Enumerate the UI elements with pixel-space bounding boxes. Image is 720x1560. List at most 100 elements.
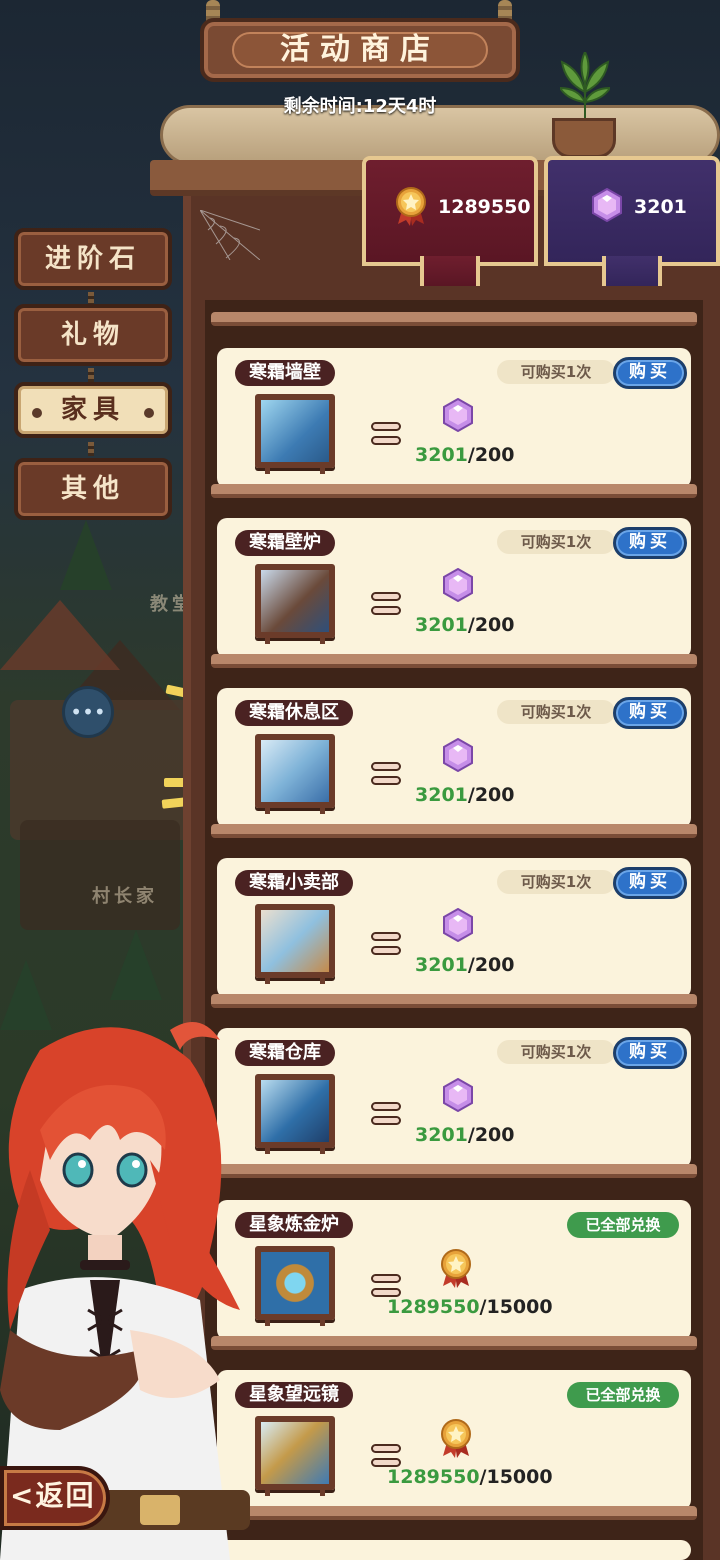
owned-amount: 1289550 bbox=[387, 1296, 480, 1318]
item-thumbnail bbox=[255, 1246, 335, 1326]
purchase-limit: 可购买1次 bbox=[497, 1040, 615, 1064]
item-thumbnail bbox=[255, 904, 335, 984]
equals-icon bbox=[371, 762, 401, 786]
tab-bolt-icon bbox=[144, 408, 154, 418]
title-plate: 活动商店 bbox=[200, 18, 520, 82]
shelf-board bbox=[211, 994, 697, 1008]
background-tree bbox=[110, 930, 162, 1000]
cost-amount: /15000 bbox=[479, 1466, 553, 1488]
owned-amount: 3201 bbox=[415, 444, 468, 466]
owned-amount: 1289550 bbox=[387, 1466, 480, 1488]
shop-item: 星象炼金炉 已全部兑换 1289550/15000 bbox=[217, 1200, 691, 1340]
shelf-board bbox=[211, 824, 697, 838]
equals-icon bbox=[371, 1102, 401, 1126]
tab-furniture[interactable]: 家具 bbox=[14, 382, 172, 438]
item-thumbnail bbox=[255, 1416, 335, 1496]
buy-button[interactable]: 购买 bbox=[613, 867, 687, 899]
shelf-board bbox=[211, 1164, 697, 1178]
plant-pot bbox=[552, 118, 616, 158]
equals-icon bbox=[371, 1274, 401, 1298]
item-thumbnail bbox=[255, 734, 335, 814]
background-house bbox=[20, 820, 180, 930]
shop-item: 星象望远镜 已全部兑换 1289550/15000 bbox=[217, 1370, 691, 1510]
back-label: 返回 bbox=[35, 1479, 96, 1512]
item-thumbnail bbox=[255, 1074, 335, 1154]
back-arrow-icon: < bbox=[10, 1479, 36, 1512]
item-name: 寒霜壁炉 bbox=[235, 530, 335, 556]
gem-amount: 3201 bbox=[634, 196, 687, 218]
chat-bubble-icon: ••• bbox=[62, 686, 114, 738]
item-name: 寒霜小卖部 bbox=[235, 870, 353, 896]
page-title: 活动商店 bbox=[232, 32, 488, 68]
equals-icon bbox=[371, 592, 401, 616]
buy-button[interactable]: 购买 bbox=[613, 527, 687, 559]
tab-chain bbox=[88, 368, 94, 382]
item-price: 1289550/15000 bbox=[387, 1466, 553, 1488]
gem-icon bbox=[592, 188, 622, 222]
item-price: 3201/200 bbox=[415, 954, 515, 976]
owned-amount: 3201 bbox=[415, 784, 468, 806]
gem-icon bbox=[443, 398, 473, 432]
cost-amount: /200 bbox=[467, 784, 515, 806]
item-name: 寒霜墙壁 bbox=[235, 360, 335, 386]
exchanged-all-badge: 已全部兑换 bbox=[567, 1382, 679, 1408]
purchase-limit: 可购买1次 bbox=[497, 360, 615, 384]
shop-item: 寒霜小卖部 可购买1次 购买 3201/200 bbox=[217, 858, 691, 998]
gem-icon bbox=[443, 1078, 473, 1112]
cost-amount: /200 bbox=[467, 1124, 515, 1146]
item-price: 1289550/15000 bbox=[387, 1296, 553, 1318]
background-sign-village-chief: 村长家 bbox=[92, 886, 158, 907]
buy-button[interactable]: 购买 bbox=[613, 1037, 687, 1069]
gem-icon bbox=[443, 568, 473, 602]
item-price: 3201/200 bbox=[415, 784, 515, 806]
tab-furniture-label: 家具 bbox=[60, 395, 125, 425]
tab-advance-stone[interactable]: 进阶石 bbox=[14, 228, 172, 290]
gem-icon bbox=[443, 738, 473, 772]
medal-icon bbox=[441, 1249, 471, 1288]
cost-amount: /200 bbox=[467, 614, 515, 636]
equals-icon bbox=[371, 1444, 401, 1468]
tab-gift[interactable]: 礼物 bbox=[14, 304, 172, 366]
item-price: 3201/200 bbox=[415, 1124, 515, 1146]
medal-icon bbox=[396, 187, 426, 226]
owned-amount: 3201 bbox=[415, 1124, 468, 1146]
purchase-limit: 可购买1次 bbox=[497, 700, 615, 724]
shop-item: 寒霜墙壁 可购买1次 购买 3201/200 bbox=[217, 348, 691, 488]
exchanged-all-badge: 已全部兑换 bbox=[567, 1212, 679, 1238]
shelf-board bbox=[211, 1336, 697, 1350]
medal-icon bbox=[441, 1419, 471, 1458]
cobweb-icon bbox=[200, 210, 260, 260]
potted-plant-icon bbox=[560, 52, 610, 120]
purchase-limit: 可购买1次 bbox=[497, 530, 615, 554]
shelf-board bbox=[211, 312, 697, 326]
item-price: 3201/200 bbox=[415, 614, 515, 636]
remaining-time: 剩余时间:12天4时 bbox=[283, 96, 437, 117]
equals-icon bbox=[371, 422, 401, 446]
item-name: 寒霜休息区 bbox=[235, 700, 353, 726]
owned-amount: 3201 bbox=[415, 954, 468, 976]
tab-other[interactable]: 其他 bbox=[14, 458, 172, 520]
item-thumbnail bbox=[255, 564, 335, 644]
shelf-board bbox=[211, 654, 697, 668]
shop-item: 寒霜休息区 可购买1次 购买 3201/200 bbox=[217, 688, 691, 828]
cost-amount: /200 bbox=[467, 954, 515, 976]
owned-amount: 3201 bbox=[415, 614, 468, 636]
background-tree bbox=[60, 520, 112, 590]
background-roof bbox=[0, 600, 120, 670]
shelf-board bbox=[211, 1506, 697, 1520]
currency-banner-medal: 1289550 bbox=[362, 156, 538, 286]
shop-item-partial bbox=[217, 1540, 691, 1560]
shop-item: 寒霜仓库 可购买1次 购买 3201/200 bbox=[217, 1028, 691, 1168]
buy-button[interactable]: 购买 bbox=[613, 697, 687, 729]
medal-amount: 1289550 bbox=[438, 196, 531, 218]
gem-icon bbox=[443, 908, 473, 942]
currency-banner-gem: 3201 bbox=[544, 156, 720, 286]
shelf-board bbox=[211, 484, 697, 498]
shop-item: 寒霜壁炉 可购买1次 购买 3201/200 bbox=[217, 518, 691, 658]
purchase-limit: 可购买1次 bbox=[497, 870, 615, 894]
buy-button[interactable]: 购买 bbox=[613, 357, 687, 389]
back-button[interactable]: <返回 bbox=[0, 1466, 110, 1530]
cost-amount: /15000 bbox=[479, 1296, 553, 1318]
tab-chain bbox=[88, 442, 94, 456]
cost-amount: /200 bbox=[467, 444, 515, 466]
